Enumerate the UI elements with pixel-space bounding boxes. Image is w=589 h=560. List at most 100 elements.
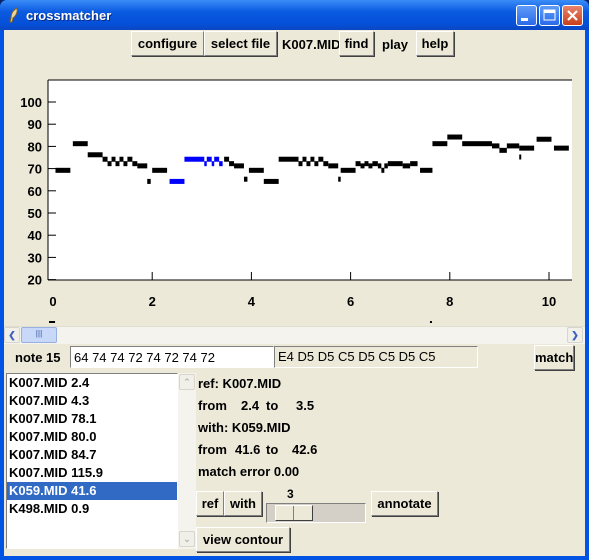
scroll-left-button[interactable]: ❮ <box>4 327 20 343</box>
note-bar[interactable] <box>55 167 71 173</box>
match-list[interactable]: K007.MID 2.4 K007.MID 4.3 K007.MID 78.1 K00… <box>6 373 178 549</box>
note-bar[interactable] <box>368 163 373 169</box>
note-bar[interactable] <box>115 161 120 167</box>
matched-note-bar[interactable] <box>211 161 215 167</box>
note-bar[interactable] <box>119 156 124 162</box>
note-bar[interactable] <box>306 161 311 167</box>
note-bar[interactable] <box>323 161 329 167</box>
note-bar[interactable] <box>248 167 264 173</box>
note-bar[interactable] <box>410 161 418 167</box>
note-bar[interactable] <box>328 163 339 169</box>
matched-note-bar[interactable] <box>169 178 185 184</box>
note-bar[interactable] <box>387 161 403 167</box>
note-bar[interactable] <box>229 161 235 167</box>
scale-slider[interactable] <box>266 503 366 523</box>
ref-button[interactable]: ref <box>196 491 224 516</box>
title-bar[interactable]: crossmatcher <box>0 0 589 30</box>
note-bar[interactable] <box>499 147 507 153</box>
note-bar[interactable] <box>402 163 411 169</box>
match-list-item[interactable]: K007.MID 115.9 <box>7 464 177 482</box>
note-bar[interactable] <box>72 141 88 147</box>
scale-slider-handle[interactable] <box>275 505 313 521</box>
play-label[interactable]: play <box>382 37 408 52</box>
matched-note-bar[interactable] <box>219 161 223 167</box>
match-list-item[interactable]: K498.MID 0.9 <box>7 500 177 518</box>
note-bar[interactable] <box>536 136 552 142</box>
matched-note-bar[interactable] <box>214 156 220 162</box>
note-bar[interactable] <box>87 152 103 158</box>
note-bar[interactable] <box>553 145 569 151</box>
match-list-item[interactable]: K007.MID 84.7 <box>7 446 177 464</box>
note-bar[interactable] <box>263 178 279 184</box>
horizontal-scrollbar[interactable]: ❮ ||| ❯ <box>4 326 585 344</box>
note-bar[interactable] <box>123 161 128 167</box>
note-bar[interactable] <box>310 156 315 162</box>
scroll-thumb[interactable]: ||| <box>21 327 57 343</box>
note-bar[interactable] <box>132 161 138 167</box>
note-bar[interactable] <box>506 143 520 149</box>
note-bar[interactable] <box>318 156 324 162</box>
note-bar[interactable] <box>432 141 448 147</box>
matched-note-bar[interactable] <box>184 156 205 162</box>
close-button[interactable] <box>562 5 583 26</box>
note-bar[interactable] <box>298 161 303 167</box>
note-bar[interactable] <box>107 161 112 167</box>
note-bar[interactable] <box>377 163 382 169</box>
chevron-right-icon: ❯ <box>571 330 579 340</box>
note-bar[interactable] <box>278 156 299 162</box>
maximize-button[interactable] <box>539 5 560 26</box>
note-bar[interactable] <box>127 156 133 162</box>
note-bar[interactable] <box>372 161 378 167</box>
annotate-button[interactable]: annotate <box>371 491 438 516</box>
note-bar[interactable] <box>243 176 248 182</box>
chevron-down-icon: ⌄ <box>183 534 191 544</box>
find-button[interactable]: find <box>339 31 374 56</box>
scroll-down-button[interactable]: ⌄ <box>179 531 195 547</box>
note-bar[interactable] <box>224 156 230 162</box>
note-bar[interactable] <box>338 176 341 182</box>
help-button[interactable]: help <box>416 31 454 56</box>
match-list-item[interactable]: K007.MID 4.3 <box>7 392 177 410</box>
note-bar[interactable] <box>364 161 369 167</box>
note-bar[interactable] <box>152 167 168 173</box>
minimize-button[interactable] <box>516 5 537 26</box>
matched-note-bar[interactable] <box>206 156 212 162</box>
note-bar[interactable] <box>147 178 151 184</box>
note-bar[interactable] <box>234 163 244 169</box>
note-bar[interactable] <box>381 167 385 173</box>
select-file-button[interactable]: select file <box>204 31 277 56</box>
midi-values-input[interactable] <box>70 346 274 368</box>
match-button[interactable]: match <box>534 345 574 370</box>
note-bar[interactable] <box>384 163 388 169</box>
match-list-item[interactable]: K007.MID 80.0 <box>7 428 177 446</box>
note-bar[interactable] <box>420 167 433 173</box>
with-button[interactable]: with <box>224 491 262 516</box>
y-tick-label: 30 <box>28 250 42 265</box>
note-bar[interactable] <box>462 141 492 147</box>
scroll-right-button[interactable]: ❯ <box>567 327 583 343</box>
matched-note-bar[interactable] <box>204 161 207 167</box>
configure-button[interactable]: configure <box>131 31 204 56</box>
match-list-item[interactable]: K007.MID 2.4 <box>7 374 177 392</box>
note-bar[interactable] <box>447 134 463 140</box>
note-bar[interactable] <box>102 156 108 162</box>
list-vertical-scrollbar[interactable]: ⌃ ⌄ <box>178 373 196 549</box>
match-list-item[interactable]: K007.MID 78.1 <box>7 410 177 428</box>
note-bar[interactable] <box>519 145 535 151</box>
note-bar[interactable] <box>519 154 522 160</box>
note-bar[interactable] <box>491 143 500 149</box>
match-list-item[interactable]: K059.MID 41.6 <box>7 482 177 500</box>
piano-roll-chart[interactable]: 20 30 40 50 60 70 80 90 100 0 2 4 6 8 10 <box>4 58 581 326</box>
note-bar[interactable] <box>302 156 307 162</box>
plot-area[interactable] <box>48 80 572 280</box>
note-bar[interactable] <box>111 156 116 162</box>
scroll-up-button[interactable]: ⌃ <box>179 374 195 390</box>
view-contour-button[interactable]: view contour <box>196 527 290 552</box>
note-bar[interactable] <box>355 161 361 167</box>
piano-roll-canvas[interactable]: 20 30 40 50 60 70 80 90 100 0 2 4 6 8 10 <box>4 58 581 326</box>
note-bar[interactable] <box>340 167 356 173</box>
note-bar[interactable] <box>137 163 148 169</box>
note-bar[interactable] <box>314 161 319 167</box>
x-tick-label: 6 <box>347 294 354 309</box>
note-bar[interactable] <box>360 163 365 169</box>
